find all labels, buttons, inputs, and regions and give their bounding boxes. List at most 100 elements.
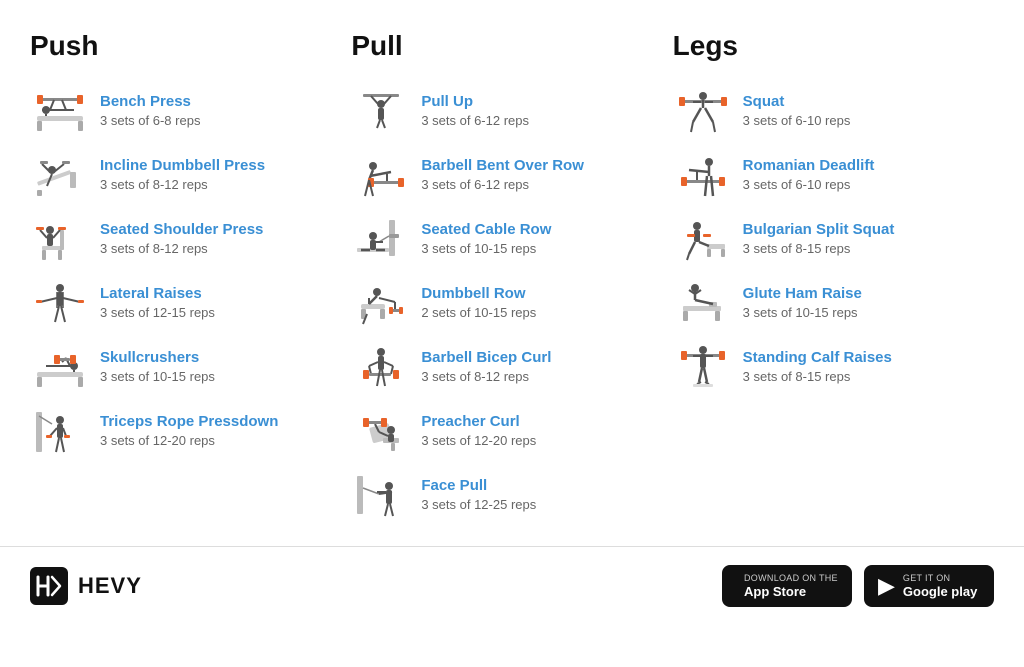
list-item: Barbell Bicep Curl 3 sets of 8-12 reps xyxy=(351,336,652,398)
exercise-name: Barbell Bicep Curl xyxy=(421,348,551,368)
legs-exercise-list: Squat 3 sets of 6-10 reps xyxy=(673,80,974,398)
skullcrushers-icon xyxy=(30,342,90,392)
bent-over-row-info: Barbell Bent Over Row 3 sets of 6-12 rep… xyxy=(421,156,584,194)
dumbbell-row-icon xyxy=(351,278,411,328)
logo-area: HEVY xyxy=(30,567,142,605)
exercise-sets: 2 sets of 10-15 reps xyxy=(421,304,536,322)
exercise-name: Bench Press xyxy=(100,92,200,112)
skullcrushers-info: Skullcrushers 3 sets of 10-15 reps xyxy=(100,348,215,386)
romanian-deadlift-icon xyxy=(673,150,733,200)
triceps-rope-icon xyxy=(30,406,90,456)
legs-column: Legs xyxy=(673,30,994,526)
list-item: Pull Up 3 sets of 6-12 reps xyxy=(351,80,652,142)
face-pull-info: Face Pull 3 sets of 12-25 reps xyxy=(421,476,536,514)
google-play-main: Google play xyxy=(903,584,977,600)
list-item: Face Pull 3 sets of 12-25 reps xyxy=(351,464,652,526)
exercise-sets: 3 sets of 6-10 reps xyxy=(743,112,851,130)
list-item: Lateral Raises 3 sets of 12-15 reps xyxy=(30,272,331,334)
google-play-button[interactable]: ▶ GET IT ON Google play xyxy=(864,565,994,607)
list-item: Skullcrushers 3 sets of 10-15 reps xyxy=(30,336,331,398)
bulgarian-split-icon xyxy=(673,214,733,264)
bench-press-icon xyxy=(30,86,90,136)
push-exercise-list: Bench Press 3 sets of 6-8 reps xyxy=(30,80,331,462)
pull-title: Pull xyxy=(351,30,652,62)
list-item: Dumbbell Row 2 sets of 10-15 reps xyxy=(351,272,652,334)
hevy-logo-icon xyxy=(30,567,68,605)
exercise-name: Bulgarian Split Squat xyxy=(743,220,895,240)
hevy-logo-text: HEVY xyxy=(78,573,142,599)
app-store-sub: Download on the xyxy=(744,573,838,584)
list-item: Squat 3 sets of 6-10 reps xyxy=(673,80,974,142)
exercise-name: Dumbbell Row xyxy=(421,284,536,304)
exercise-sets: 3 sets of 12-25 reps xyxy=(421,496,536,514)
shoulder-press-icon xyxy=(30,214,90,264)
squat-icon xyxy=(673,86,733,136)
exercise-name: Romanian Deadlift xyxy=(743,156,875,176)
cable-row-icon xyxy=(351,214,411,264)
preacher-curl-icon xyxy=(351,406,411,456)
bicep-curl-icon xyxy=(351,342,411,392)
list-item: Standing Calf Raises 3 sets of 8-15 reps xyxy=(673,336,974,398)
exercise-sets: 3 sets of 12-20 reps xyxy=(100,432,278,450)
exercise-sets: 3 sets of 10-15 reps xyxy=(421,240,551,258)
exercise-name: Lateral Raises xyxy=(100,284,215,304)
pull-up-icon xyxy=(351,86,411,136)
shoulder-press-info: Seated Shoulder Press 3 sets of 8-12 rep… xyxy=(100,220,263,258)
exercise-name: Skullcrushers xyxy=(100,348,215,368)
list-item: Incline Dumbbell Press 3 sets of 8-12 re… xyxy=(30,144,331,206)
list-item: Seated Cable Row 3 sets of 10-15 reps xyxy=(351,208,652,270)
list-item: Glute Ham Raise 3 sets of 10-15 reps xyxy=(673,272,974,334)
exercise-name: Squat xyxy=(743,92,851,112)
list-item: Romanian Deadlift 3 sets of 6-10 reps xyxy=(673,144,974,206)
google-play-icon: ▶ xyxy=(878,575,895,597)
list-item: Preacher Curl 3 sets of 12-20 reps xyxy=(351,400,652,462)
preacher-curl-info: Preacher Curl 3 sets of 12-20 reps xyxy=(421,412,536,450)
pull-up-info: Pull Up 3 sets of 6-12 reps xyxy=(421,92,529,130)
bulgarian-split-info: Bulgarian Split Squat 3 sets of 8-15 rep… xyxy=(743,220,895,258)
bicep-curl-info: Barbell Bicep Curl 3 sets of 8-12 reps xyxy=(421,348,551,386)
exercise-name: Glute Ham Raise xyxy=(743,284,862,304)
list-item: Triceps Rope Pressdown 3 sets of 12-20 r… xyxy=(30,400,331,462)
store-buttons: Download on the App Store ▶ GET IT ON Go… xyxy=(722,565,994,607)
exercise-name: Standing Calf Raises xyxy=(743,348,892,368)
exercise-sets: 3 sets of 12-20 reps xyxy=(421,432,536,450)
main-content: Push xyxy=(0,0,1024,546)
incline-dumbbell-icon xyxy=(30,150,90,200)
push-column: Push xyxy=(30,30,351,526)
exercise-sets: 3 sets of 10-15 reps xyxy=(100,368,215,386)
exercise-name: Pull Up xyxy=(421,92,529,112)
exercise-sets: 3 sets of 6-12 reps xyxy=(421,112,529,130)
exercise-sets: 3 sets of 8-15 reps xyxy=(743,368,892,386)
exercise-name: Triceps Rope Pressdown xyxy=(100,412,278,432)
app-store-main: App Store xyxy=(744,584,838,600)
calf-raises-icon xyxy=(673,342,733,392)
list-item: Bench Press 3 sets of 6-8 reps xyxy=(30,80,331,142)
exercise-sets: 3 sets of 8-15 reps xyxy=(743,240,895,258)
squat-info: Squat 3 sets of 6-10 reps xyxy=(743,92,851,130)
exercise-sets: 3 sets of 12-15 reps xyxy=(100,304,215,322)
incline-dumbbell-info: Incline Dumbbell Press 3 sets of 8-12 re… xyxy=(100,156,265,194)
exercise-name: Incline Dumbbell Press xyxy=(100,156,265,176)
calf-raises-info: Standing Calf Raises 3 sets of 8-15 reps xyxy=(743,348,892,386)
google-play-sub: GET IT ON xyxy=(903,573,977,584)
romanian-deadlift-info: Romanian Deadlift 3 sets of 6-10 reps xyxy=(743,156,875,194)
legs-title: Legs xyxy=(673,30,974,62)
exercise-sets: 3 sets of 8-12 reps xyxy=(100,176,265,194)
app-store-button[interactable]: Download on the App Store xyxy=(722,565,852,607)
lateral-raise-icon xyxy=(30,278,90,328)
glute-ham-info: Glute Ham Raise 3 sets of 10-15 reps xyxy=(743,284,862,322)
bent-over-row-icon xyxy=(351,150,411,200)
exercise-sets: 3 sets of 6-12 reps xyxy=(421,176,584,194)
list-item: Seated Shoulder Press 3 sets of 8-12 rep… xyxy=(30,208,331,270)
bench-press-info: Bench Press 3 sets of 6-8 reps xyxy=(100,92,200,130)
exercise-sets: 3 sets of 8-12 reps xyxy=(100,240,263,258)
glute-ham-icon xyxy=(673,278,733,328)
exercise-sets: 3 sets of 6-10 reps xyxy=(743,176,875,194)
face-pull-icon xyxy=(351,470,411,520)
cable-row-info: Seated Cable Row 3 sets of 10-15 reps xyxy=(421,220,551,258)
exercise-name: Seated Shoulder Press xyxy=(100,220,263,240)
exercise-name: Face Pull xyxy=(421,476,536,496)
list-item: Barbell Bent Over Row 3 sets of 6-12 rep… xyxy=(351,144,652,206)
triceps-rope-info: Triceps Rope Pressdown 3 sets of 12-20 r… xyxy=(100,412,278,450)
exercise-sets: 3 sets of 6-8 reps xyxy=(100,112,200,130)
